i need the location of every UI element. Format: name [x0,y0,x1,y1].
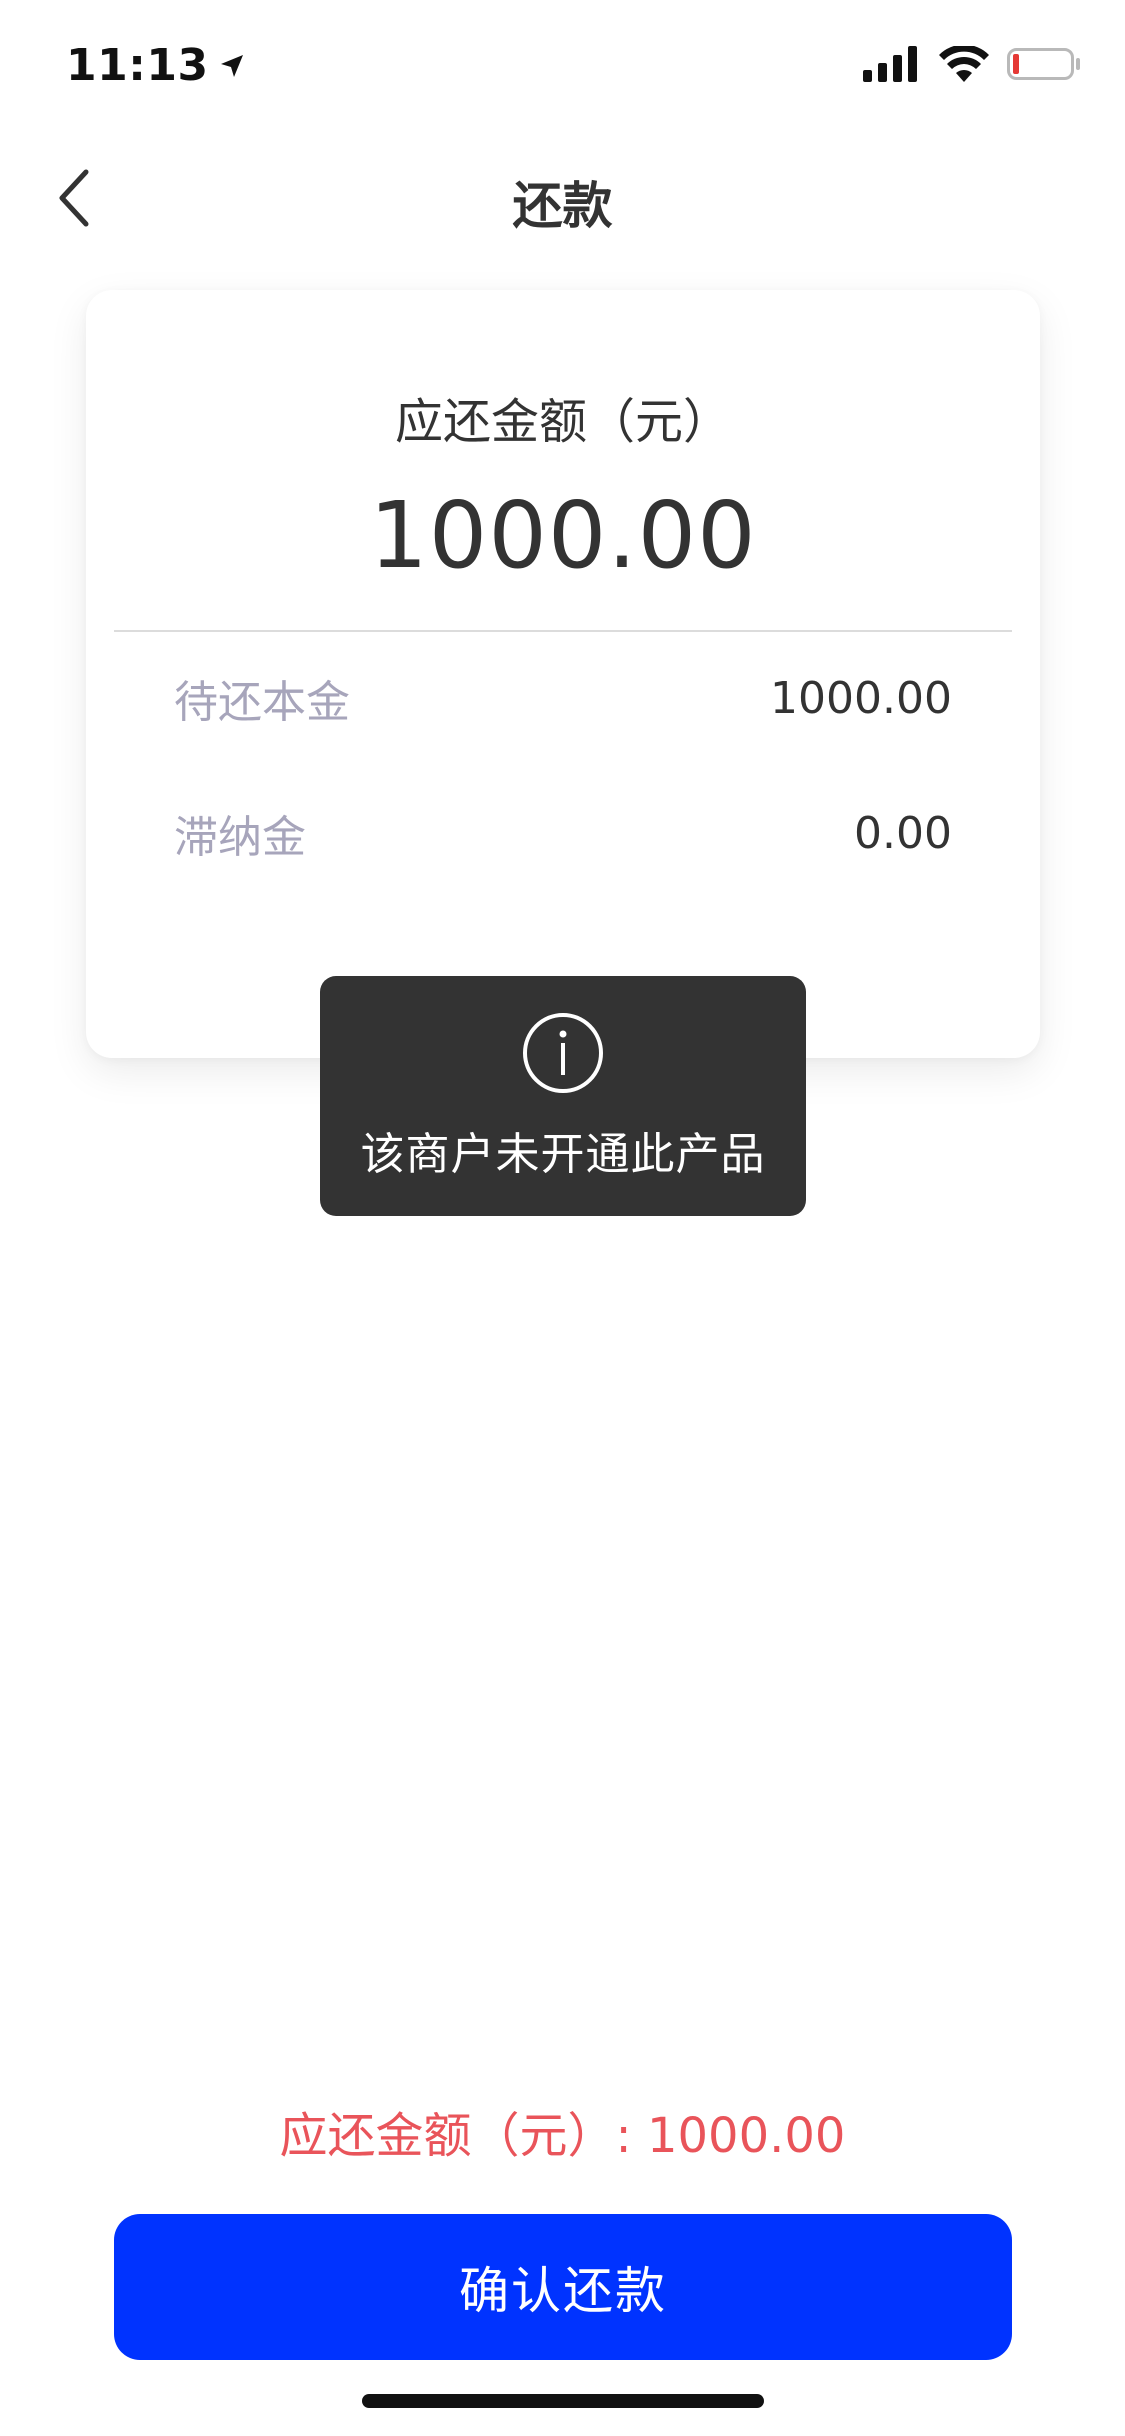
home-indicator [362,2394,764,2408]
confirm-repayment-button[interactable]: 确认还款 [114,2214,1012,2360]
battery-low-icon [1007,48,1080,80]
wifi-icon [939,46,989,82]
navigation-bar: 还款 [0,132,1125,264]
info-icon [523,1013,603,1093]
amount-due-label: 应还金额（元） [394,394,731,450]
toast-message: 该商户未开通此产品 [320,976,806,1216]
late-fee-value: 0.00 [854,807,952,859]
status-time: 11:13 [66,40,247,91]
status-indicators [863,46,1081,82]
principal-label: 待还本金 [174,677,350,728]
amount-summary: 应还金额（元）: 1000.00 [279,2108,846,2164]
status-time-text: 11:13 [66,40,209,91]
principal-row: 待还本金 1000.00 [174,663,952,733]
late-fee-label: 滞纳金 [174,812,306,863]
status-bar: 11:13 [0,0,1125,132]
page-title: 还款 [512,177,613,235]
cellular-signal-icon [863,46,917,82]
late-fee-row: 滞纳金 0.00 [174,798,952,868]
repayment-card: 应还金额（元） 1000.00 待还本金 1000.00 滞纳金 0.00 [86,290,1040,1058]
location-arrow-icon [220,54,243,77]
principal-value: 1000.00 [770,672,952,724]
toast-text: 该商户未开通此产品 [360,1129,766,1180]
amount-due-value: 1000.00 [369,482,757,589]
card-divider [114,630,1012,632]
